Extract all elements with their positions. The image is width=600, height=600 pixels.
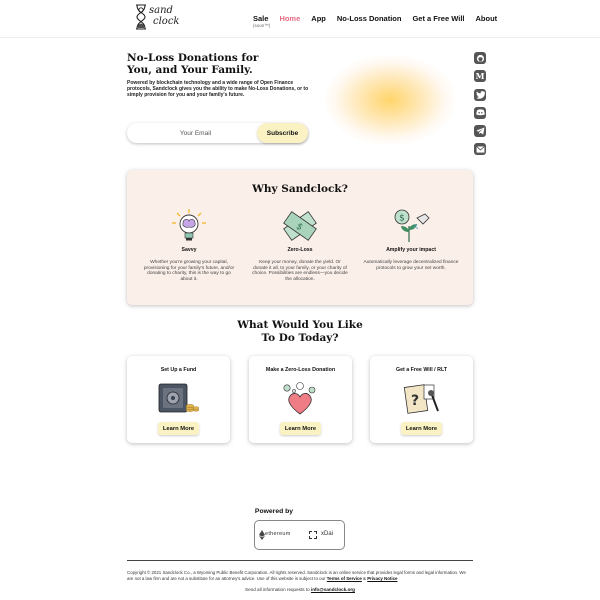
logo-text-line2: clock	[153, 16, 180, 27]
feature-savvy: Savvy Whether you're growing your capita…	[141, 208, 237, 283]
logo-text-line1: sand	[149, 5, 173, 16]
medium-icon[interactable]: M	[474, 70, 486, 83]
xdai-icon	[309, 531, 317, 539]
telegram-icon[interactable]	[474, 125, 486, 138]
feature-amplify-desc: Automatically leverage decentralized fin…	[363, 260, 459, 271]
why-title: Why Sandclock?	[252, 183, 348, 195]
feature-savvy-title: Savvy	[181, 247, 197, 253]
safe-icon	[158, 383, 199, 413]
xdai-label: xDai	[321, 531, 334, 537]
email-icon[interactable]	[474, 143, 486, 156]
card-title: Get a Free Will / RLT	[395, 367, 448, 373]
site-header: sand clock Sale (soon™) Home App No-Loss…	[0, 0, 600, 38]
nav-about[interactable]: About	[475, 14, 497, 23]
learn-more-button[interactable]: Learn More	[401, 422, 442, 435]
feature-savvy-desc: Whether you're growing your capital, pro…	[143, 260, 235, 283]
nav-no-loss-donation[interactable]: No-Loss Donation	[337, 14, 402, 23]
what-title-line2: To Do Today?	[261, 331, 339, 344]
learn-more-button[interactable]: Learn More	[280, 422, 321, 435]
money-icon: $ $	[283, 211, 317, 241]
subscribe-button[interactable]: Subscribe	[257, 123, 308, 143]
footer-divider	[127, 560, 473, 561]
feature-zero-loss-title: Zero-Loss	[287, 247, 313, 253]
card-title: Set Up a Fund	[160, 367, 197, 373]
hero-description: Powered by blockchain technology and a w…	[127, 80, 309, 98]
hero-glow-graphic	[325, 55, 455, 145]
feature-zero-loss: $ $ Zero-Loss Keep your money, donate th…	[252, 208, 348, 283]
card-free-will: Get a Free Will / RLT ? Learn More	[370, 356, 473, 443]
heart-coins-icon	[283, 382, 316, 415]
github-icon[interactable]	[474, 52, 486, 64]
lightbulb-brain-icon	[172, 209, 206, 241]
feature-zero-loss-desc: Keep your money, donate the yield. Or do…	[252, 260, 348, 283]
why-sandclock-section: Why Sandclock? Savvy Whether you're grow…	[127, 170, 473, 305]
terms-link[interactable]: Terms of Service	[327, 576, 362, 581]
nav-free-will[interactable]: Get a Free Will	[412, 14, 464, 23]
nav-sale-label: Sale	[253, 14, 269, 23]
sandclock-logo[interactable]: sand clock	[133, 3, 180, 33]
nav-sale-note: (soon™)	[253, 23, 271, 28]
powered-by-label: Powered by	[254, 508, 294, 515]
social-links: M	[474, 52, 488, 162]
feature-amplify: $ Amplify your impact Automatically leve…	[363, 208, 459, 271]
footer-contact: Send all information requests to info@sa…	[0, 587, 600, 592]
will-document-icon: ?	[403, 384, 439, 414]
card-set-up-fund: Set Up a Fund Learn More	[127, 356, 230, 443]
email-input[interactable]	[133, 126, 258, 140]
card-zero-loss-donation: Make a Zero-Loss Donation Learn More	[249, 356, 352, 443]
nav-app[interactable]: App	[311, 14, 326, 23]
learn-more-button[interactable]: Learn More	[158, 422, 199, 435]
feature-amplify-title: Amplify your impact	[386, 247, 436, 253]
svg-text:$: $	[399, 214, 405, 224]
card-title: Make a Zero-Loss Donation	[265, 367, 336, 373]
footer-copyright-text: Copyright © 2021 Sandclock Co., a Wyomin…	[127, 570, 466, 581]
powered-by-logos: ethereum xDai	[254, 520, 345, 550]
twitter-icon[interactable]	[474, 88, 486, 101]
what-title-line1: What Would You Like	[237, 319, 363, 331]
subscribe-form: Subscribe	[127, 123, 308, 143]
nav-home[interactable]: Home	[279, 14, 300, 23]
money-plant-icon: $	[394, 209, 430, 242]
discord-icon[interactable]	[474, 106, 486, 119]
footer-contact-text: Send all information requests to	[245, 587, 310, 592]
nav-sale[interactable]: Sale (soon™)	[253, 14, 270, 28]
hourglass-icon	[136, 4, 146, 30]
svg-text:?: ?	[411, 393, 419, 409]
footer-copyright: Copyright © 2021 Sandclock Co., a Wyomin…	[127, 570, 473, 581]
privacy-link[interactable]: Privacy Notice	[367, 576, 397, 581]
hero-title: No-Loss Donations for You, and Your Fami…	[127, 52, 259, 76]
contact-email-link[interactable]: info@sandclock.org	[311, 587, 355, 592]
main-nav: Sale (soon™) Home App No-Loss Donation G…	[253, 14, 508, 28]
what-title: What Would You Like To Do Today?	[200, 319, 400, 344]
ethereum-label: ethereum	[265, 531, 291, 537]
